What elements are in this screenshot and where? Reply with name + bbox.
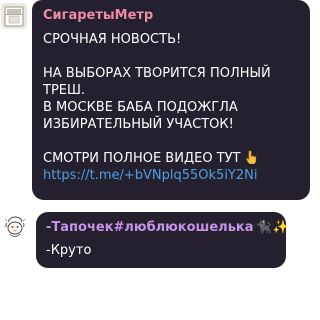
sender-name[interactable]: СигаретыМетр <box>43 7 300 24</box>
sender-name: -Тапочек#люблюкошелька <box>46 220 254 235</box>
sender-avatar[interactable] <box>1 3 27 29</box>
message-text: -Круто <box>46 243 92 258</box>
message-line: СРОЧНАЯ НОВОСТЬ! <box>43 32 182 47</box>
message-line: ИЗБИРАТЕЛЬНЫЙ УЧАСТОК! <box>43 117 234 132</box>
message-line <box>43 133 300 150</box>
chat-view: СигаретыМетр СРОЧНАЯ НОВОСТЬ! НА ВЫБОРАХ… <box>0 0 312 320</box>
invite-link[interactable]: https://t.me/+bVNplq55Ok5iY2Ni <box>43 167 300 184</box>
message-line: СМОТРИ ПОЛНОЕ ВИДЕО ТУТ <box>43 151 241 166</box>
cartoon-character-avatar-icon <box>0 212 30 242</box>
message-line: НА ВЫБОРАХ ТВОРИТСЯ ПОЛНЫЙ <box>43 66 271 81</box>
cigarette-box-avatar-icon <box>1 3 27 29</box>
message-bubble[interactable]: -Тапочек#люблюкошелька 🐈‍⬛✨ -Круто <box>36 212 289 268</box>
black-cat-icon: 🐈‍⬛ <box>255 220 272 235</box>
message-line: ТРЕШ. <box>43 83 86 98</box>
sparkles-icon: ✨ <box>272 220 289 235</box>
pointing-down-hand-emoji-icon <box>244 150 258 165</box>
message-line-with-emoji: СМОТРИ ПОЛНОЕ ВИДЕО ТУТ <box>43 150 300 167</box>
sender-name-row[interactable]: -Тапочек#люблюкошелька 🐈‍⬛✨ <box>46 219 289 236</box>
message-bubble[interactable]: СигаретыМетр СРОЧНАЯ НОВОСТЬ! НА ВЫБОРАХ… <box>32 0 310 200</box>
sender-avatar[interactable] <box>0 212 30 242</box>
message-line <box>43 48 300 65</box>
message-line: В МОСКВЕ БАБА ПОДОЖГЛА <box>43 100 238 115</box>
message-text: СРОЧНАЯ НОВОСТЬ! НА ВЫБОРАХ ТВОРИТСЯ ПОЛ… <box>43 31 300 184</box>
